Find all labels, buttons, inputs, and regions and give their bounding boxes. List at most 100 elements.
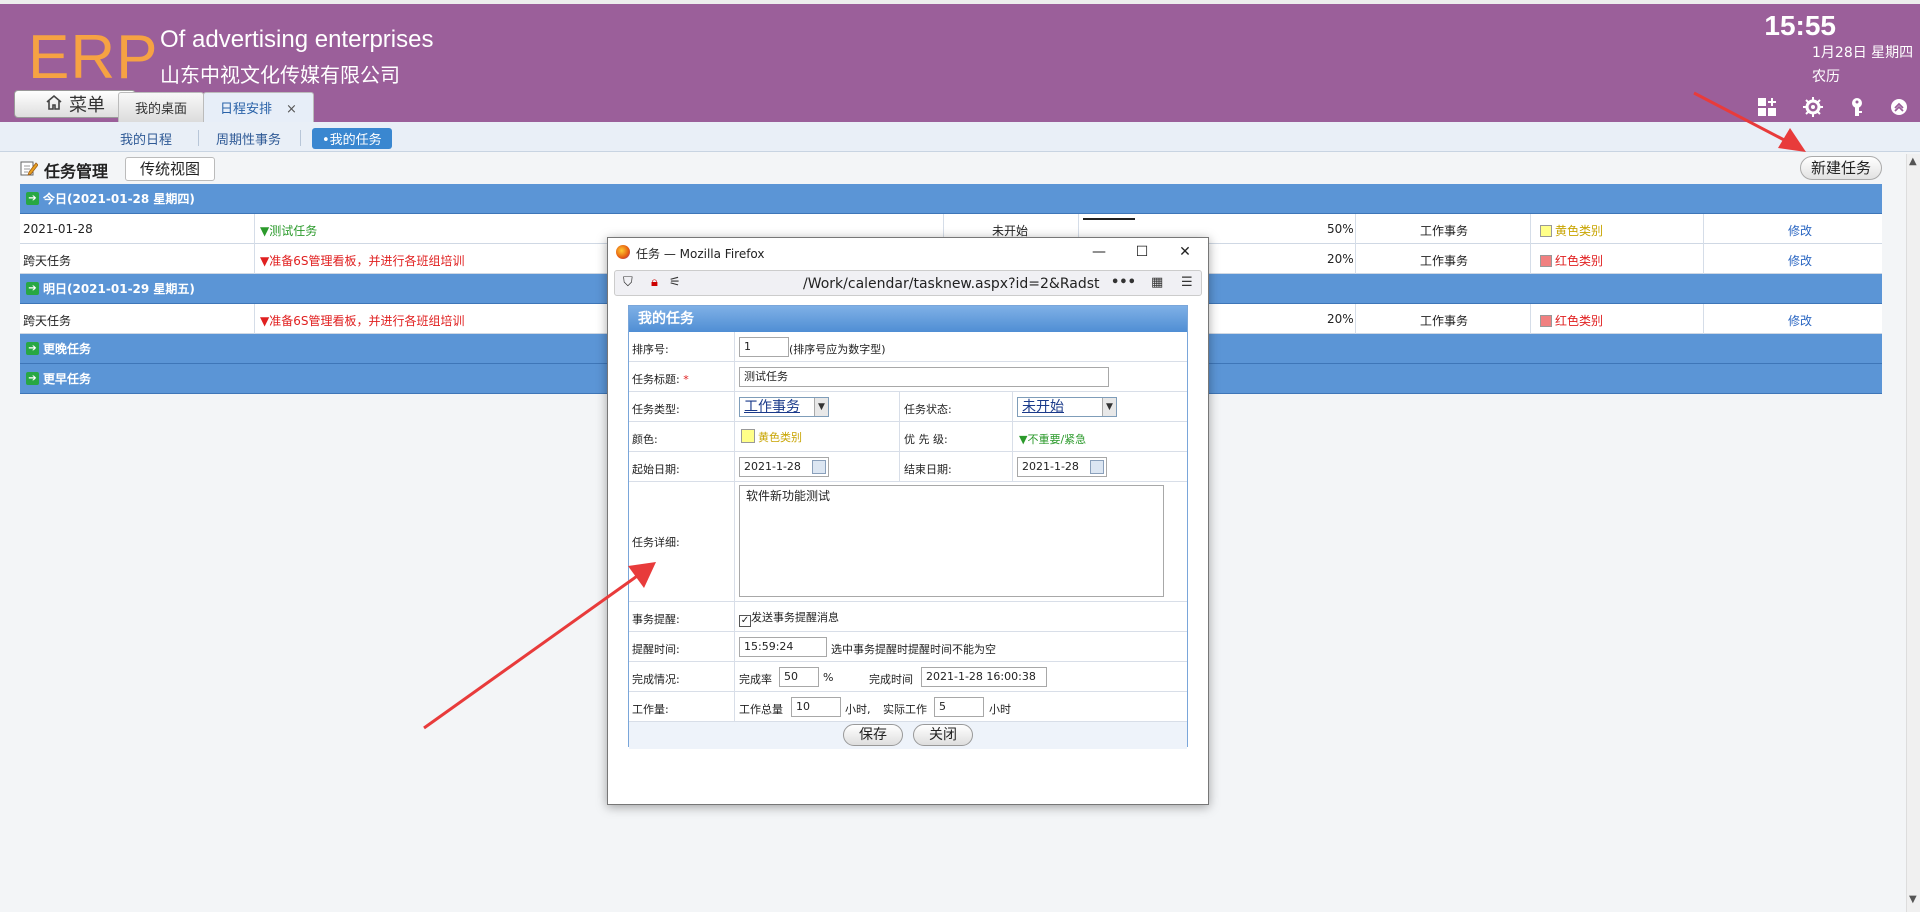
remind-time-input[interactable]: 15:59:24 [739, 637, 827, 657]
date-display: 1月28日 星期四 [1812, 45, 1914, 61]
collapse-up-icon[interactable] [1888, 96, 1910, 118]
subnav-my-schedule[interactable]: 我的日程 [110, 128, 182, 149]
scroll-up-icon[interactable]: ▲ [1909, 156, 1917, 167]
detail-textarea[interactable]: 软件新功能测试 [739, 485, 1164, 597]
remind-time-label: 提醒时间: [632, 643, 680, 656]
rate-input[interactable]: 50 [779, 667, 819, 687]
menu-label: 菜单 [69, 95, 105, 116]
title-label: 任务标题: * [632, 371, 689, 387]
arrow-right-icon: ➔ [26, 192, 39, 205]
divider [734, 422, 735, 451]
save-button[interactable]: 保存 [843, 724, 903, 746]
calendar-icon[interactable] [1090, 460, 1104, 474]
popup-titlebar[interactable]: 任务 — Mozilla Firefox — ☐ ✕ [608, 238, 1208, 266]
priority-value: 不重要/紧急 [1027, 433, 1087, 446]
status-select[interactable]: 未开始 ▼ [1017, 397, 1117, 417]
close-button[interactable]: 关闭 [913, 724, 973, 746]
priority-picker[interactable]: ▼不重要/紧急 [1019, 431, 1086, 447]
url-bar[interactable]: ⛉ 🔒︎ ⚟ /Work/calendar/tasknew.aspx?id=2&… [614, 270, 1202, 296]
divider [1355, 214, 1356, 244]
hamburger-menu-icon[interactable]: ☰ [1181, 275, 1193, 290]
task-progress: 20% [1327, 252, 1354, 266]
form-row-title: 任务标题: * 测试任务 [629, 362, 1187, 392]
lunar-calendar-link[interactable]: 农历 [1812, 66, 1840, 86]
page-scrollbar[interactable]: ▲ ▼ [1906, 154, 1920, 912]
divider [1355, 244, 1356, 274]
title-input[interactable]: 测试任务 [739, 367, 1109, 387]
tab-schedule[interactable]: 日程安排 × [203, 92, 314, 126]
start-date-input[interactable]: 2021-1-28 [739, 457, 829, 477]
divider [734, 632, 735, 661]
divider [300, 130, 301, 146]
edit-link[interactable]: 修改 [1788, 252, 1812, 269]
extensions-icon[interactable]: ▦ [1151, 275, 1163, 290]
color-label: 红色类别 [1555, 254, 1604, 268]
app-header: ERP Of advertising enterprises 山东中视文化传媒有… [0, 0, 1920, 126]
task-color: 黄色类别 [1540, 222, 1603, 239]
edit-link[interactable]: 修改 [1788, 312, 1812, 329]
end-date-input[interactable]: 2021-1-28 [1017, 457, 1107, 477]
company-name-cn: 山东中视文化传媒有限公司 [160, 63, 400, 87]
divider [734, 392, 735, 421]
group-label: 更晚任务 [43, 341, 92, 356]
task-title-link[interactable]: ▼准备6S管理看板，并进行各班组培训 [260, 312, 465, 329]
remind-time-hint: 选中事务提醒时提醒时间不能为空 [831, 643, 996, 656]
traditional-view-button[interactable]: 传统视图 [125, 157, 215, 181]
divider [254, 304, 255, 334]
minimize-icon[interactable]: — [1088, 241, 1110, 263]
reminder-label: 事务提醒: [632, 613, 680, 626]
task-form: 我的任务 排序号: 1 (排序号应为数字型) 任务标题: * 测试任务 任务类型… [628, 305, 1188, 749]
group-label: 更早任务 [43, 371, 92, 386]
tab-my-desktop[interactable]: 我的桌面 [118, 92, 205, 126]
tab-label: 日程安排 [220, 102, 273, 117]
reminder-checkbox[interactable]: ✓ 发送事务提醒消息 [739, 609, 839, 627]
total-hours-input[interactable]: 10 [791, 697, 841, 717]
divider [734, 452, 735, 481]
type-select[interactable]: 工作事务 ▼ [739, 397, 829, 417]
type-value: 工作事务 [744, 399, 800, 415]
add-widget-icon[interactable] [1756, 96, 1778, 118]
hours-label: 小时, [845, 703, 871, 716]
checkbox-checked-icon: ✓ [739, 615, 751, 627]
yellow-swatch-icon [1540, 225, 1552, 237]
task-title-link[interactable]: ▼测试任务 [260, 222, 317, 239]
priority-label: 优 先 级: [904, 433, 948, 446]
close-icon[interactable]: × [286, 102, 297, 117]
divider [1355, 304, 1356, 334]
order-input[interactable]: 1 [739, 337, 789, 357]
task-type: 工作事务 [1420, 224, 1469, 238]
calendar-icon[interactable] [812, 460, 826, 474]
divider [899, 422, 900, 451]
divider [1530, 304, 1531, 334]
subnav-periodic-tasks[interactable]: 周期性事务 [206, 128, 291, 149]
divider [1703, 214, 1704, 244]
gear-icon[interactable] [1802, 96, 1824, 118]
form-row-remind-time: 提醒时间: 15:59:24 选中事务提醒时提醒时间不能为空 [629, 632, 1187, 662]
task-title: 测试任务 [269, 224, 318, 238]
company-name-en: Of advertising enterprises [160, 26, 434, 53]
edit-link[interactable]: 修改 [1788, 222, 1812, 239]
task-title-link[interactable]: ▼准备6S管理看板，并进行各班组培训 [260, 252, 465, 269]
actual-hours-input[interactable]: 5 [934, 697, 984, 717]
close-icon[interactable]: ✕ [1174, 241, 1196, 263]
subnav-my-tasks[interactable]: •我的任务 [312, 128, 392, 149]
task-date: 跨天任务 [23, 314, 72, 328]
maximize-icon[interactable]: ☐ [1131, 241, 1153, 263]
more-icon[interactable]: ••• [1111, 275, 1136, 290]
permissions-icon[interactable]: ⚟ [669, 275, 681, 290]
divider [1012, 452, 1013, 481]
new-task-button[interactable]: 新建任务 [1800, 156, 1882, 180]
insecure-lock-icon[interactable]: 🔒︎ [651, 275, 658, 290]
hours-label-2: 小时 [989, 703, 1011, 716]
color-picker[interactable]: 黄色类别 [741, 429, 802, 445]
chevron-down-icon: ▼ [814, 398, 828, 416]
shield-icon[interactable]: ⛉ [623, 275, 633, 290]
divider [1703, 244, 1704, 274]
task-date: 2021-01-28 [23, 222, 93, 236]
key-icon[interactable] [1846, 96, 1868, 118]
done-time-input[interactable]: 2021-1-28 16:00:38 [921, 667, 1047, 687]
divider [198, 130, 199, 146]
group-header-today[interactable]: ➔ 今日(2021-01-28 星期四) [20, 184, 1882, 214]
scroll-down-icon[interactable]: ▼ [1909, 894, 1917, 905]
firefox-popup-window: 任务 — Mozilla Firefox — ☐ ✕ ⛉ 🔒︎ ⚟ /Work/… [607, 237, 1209, 805]
